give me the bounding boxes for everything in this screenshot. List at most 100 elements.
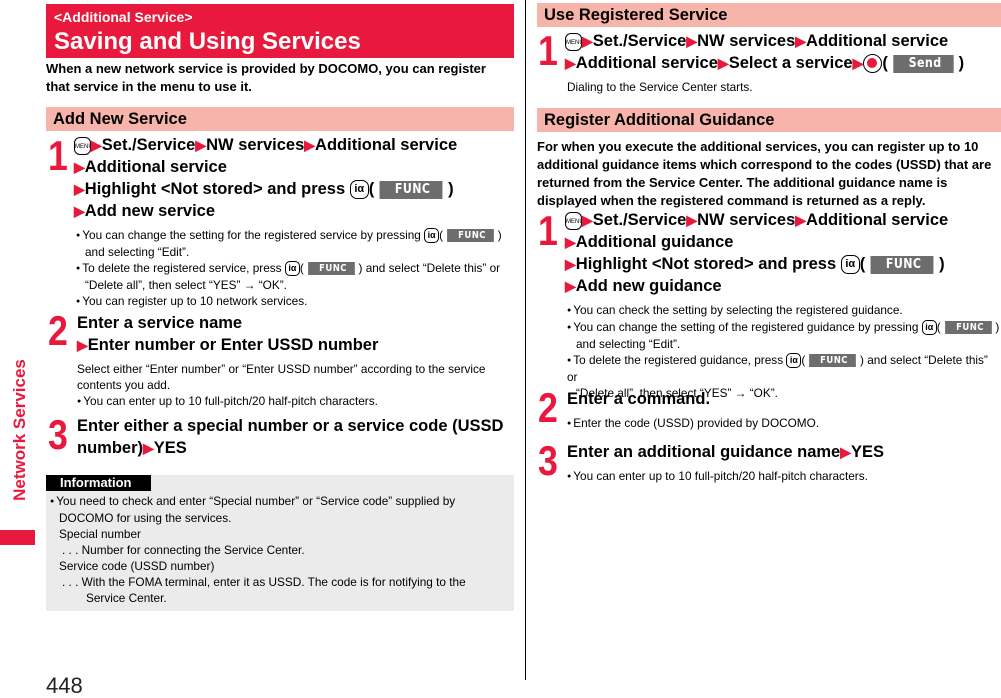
step-notes: You can check the setting by selecting t… [567, 302, 1001, 401]
step-instruction: Enter a service name [77, 314, 243, 332]
step-instruction: MENU▶Set./Service▶NW services▶Additional… [565, 30, 948, 52]
page-subtitle: <Additional Service> [54, 9, 193, 25]
info-text: . . . With the FOMA terminal, enter it a… [62, 575, 466, 589]
menu-key-icon: MENU [74, 136, 93, 155]
menu-path-item: Select a service [728, 54, 853, 72]
intro-text: When a new network service is provided b… [46, 60, 486, 96]
note-item: You can enter up to 10 full-pitch/20 hal… [77, 393, 517, 410]
step-number: 3 [48, 411, 68, 458]
menu-path-item: Additional service [575, 54, 718, 72]
note-text: Enter the code (USSD) provided by DOCOMO… [573, 416, 820, 430]
send-key-icon [863, 54, 883, 74]
menu-path-item: Highlight <Not stored> and press [84, 180, 346, 198]
note-text: and selecting “Edit”. [576, 337, 681, 351]
intro-line: displayed when the registered command is… [537, 193, 926, 208]
menu-path-item: Additional guidance [575, 233, 734, 251]
step-instruction: ▶Additional service [74, 156, 227, 178]
side-tab-text: Network Services [10, 359, 29, 501]
menu-path-item: Additional service [806, 32, 949, 50]
info-text: DOCOMO for using the services. [59, 511, 232, 525]
note-text: and selecting “Edit”. [85, 245, 190, 259]
i-mode-key-icon: iα [424, 228, 440, 244]
note-text: You can register up to 10 network servic… [82, 294, 308, 308]
menu-key-icon: MENU [565, 211, 584, 230]
note-text: To delete the registered guidance, press [573, 353, 784, 367]
info-text: Service code (USSD number) [59, 559, 215, 573]
intro-line: returned from the Service Center. The ad… [537, 175, 948, 190]
note-text: and select “Delete this” or [365, 261, 501, 275]
menu-path-item: Add new guidance [575, 277, 722, 295]
arrow-icon: ▶ [840, 444, 851, 460]
menu-path-item: NW services [206, 136, 305, 154]
step-instruction: ▶Highlight <Not stored> and press iα(FUN… [74, 180, 454, 200]
note-text: You can change the setting of the regist… [573, 320, 919, 334]
step-text: YES [153, 439, 187, 457]
func-softkey-icon: FUNC [447, 229, 494, 243]
arrow-icon: ▶ [304, 137, 316, 153]
step-instruction: MENU▶Set./Service▶NW services▶Additional… [565, 209, 948, 231]
guidance-intro: For when you execute the additional serv… [537, 138, 991, 210]
info-text: . . . Number for connecting the Service … [62, 543, 305, 557]
step-instruction: ▶Additional guidance [565, 231, 733, 253]
page-title: Saving and Using Services [54, 28, 361, 55]
arrow-icon: ▶ [582, 212, 593, 228]
arrow-icon: ▶ [565, 256, 576, 272]
step-number: 1 [48, 132, 68, 179]
note-text: contents you add. [77, 378, 171, 392]
info-text: Special number [59, 527, 141, 541]
step-instruction: Enter a command. [567, 390, 711, 408]
step-instruction: ▶Add new service [74, 200, 215, 222]
info-text: Service Center. [86, 591, 167, 605]
menu-key-icon: MENU [565, 32, 584, 51]
arrow-icon: ▶ [795, 212, 807, 228]
menu-path-item: Highlight <Not stored> and press [575, 255, 837, 273]
func-softkey-icon: FUNC [379, 180, 443, 199]
intro-line: For when you execute the additional serv… [537, 139, 979, 154]
arrow-icon: ▶ [852, 55, 864, 71]
info-line: You need to check and enter “Special num… [50, 493, 510, 510]
intro-line: When a new network service is provided b… [46, 61, 486, 76]
page-title-banner: <Additional Service> Saving and Using Se… [46, 4, 514, 58]
i-mode-key-icon: iα [349, 180, 369, 200]
note-text: Select either “Enter number” or “Enter U… [77, 362, 486, 376]
func-softkey-icon: FUNC [870, 255, 934, 274]
menu-path-item: Additional service [806, 211, 949, 229]
note-item: You can check the setting by selecting t… [567, 302, 1001, 319]
step-number: 3 [538, 437, 558, 484]
information-tag: Information [46, 475, 151, 491]
note-text: You can enter up to 10 full-pitch/20 hal… [83, 394, 378, 408]
info-text: You need to check and enter “Special num… [56, 494, 456, 508]
note-item: To delete the registered guidance, press… [567, 352, 1001, 385]
information-content: You need to check and enter “Special num… [50, 493, 510, 606]
arrow-icon: ▶ [565, 55, 576, 71]
step-description: Select either “Enter number” or “Enter U… [77, 361, 517, 410]
arrow-icon: ▶ [74, 181, 85, 197]
menu-path-item: Additional service [315, 136, 458, 154]
note-item: You can register up to 10 network servic… [76, 293, 516, 310]
step-number: 1 [538, 207, 558, 254]
arrow-icon: ▶ [686, 212, 698, 228]
note-text: You can check the setting by selecting t… [573, 303, 903, 317]
step-notes: You can enter up to 10 full-pitch/20 hal… [567, 468, 868, 485]
menu-path-item: Add new service [84, 202, 216, 220]
note-text: You can enter up to 10 full-pitch/20 hal… [573, 469, 868, 483]
step-text: YES [851, 443, 885, 461]
arrow-icon: ▶ [74, 159, 85, 175]
step-number: 1 [538, 27, 558, 74]
i-mode-key-icon: iα [786, 353, 802, 369]
menu-path-item: NW services [697, 211, 796, 229]
note-text: You can change the setting for the regis… [82, 228, 421, 242]
step-instruction: Enter either a special number or a servi… [77, 417, 504, 435]
step-instruction: ▶Highlight <Not stored> and press iα(FUN… [565, 255, 945, 275]
func-softkey-icon: FUNC [809, 354, 856, 368]
note-item: You can change the setting for the regis… [76, 227, 516, 244]
note-text: “Delete all”, then select “YES” → “OK”. [85, 278, 287, 292]
side-tab-label: Network Services [0, 335, 40, 525]
func-softkey-icon: FUNC [944, 321, 992, 335]
note-item: To delete the registered service, press … [76, 260, 516, 277]
arrow-icon: ▶ [143, 440, 154, 456]
arrow-icon: ▶ [195, 137, 207, 153]
step-instruction: MENU▶Set./Service▶NW services▶Additional… [74, 134, 457, 156]
column-divider [525, 0, 526, 680]
note-item: You can enter up to 10 full-pitch/20 hal… [567, 468, 868, 485]
